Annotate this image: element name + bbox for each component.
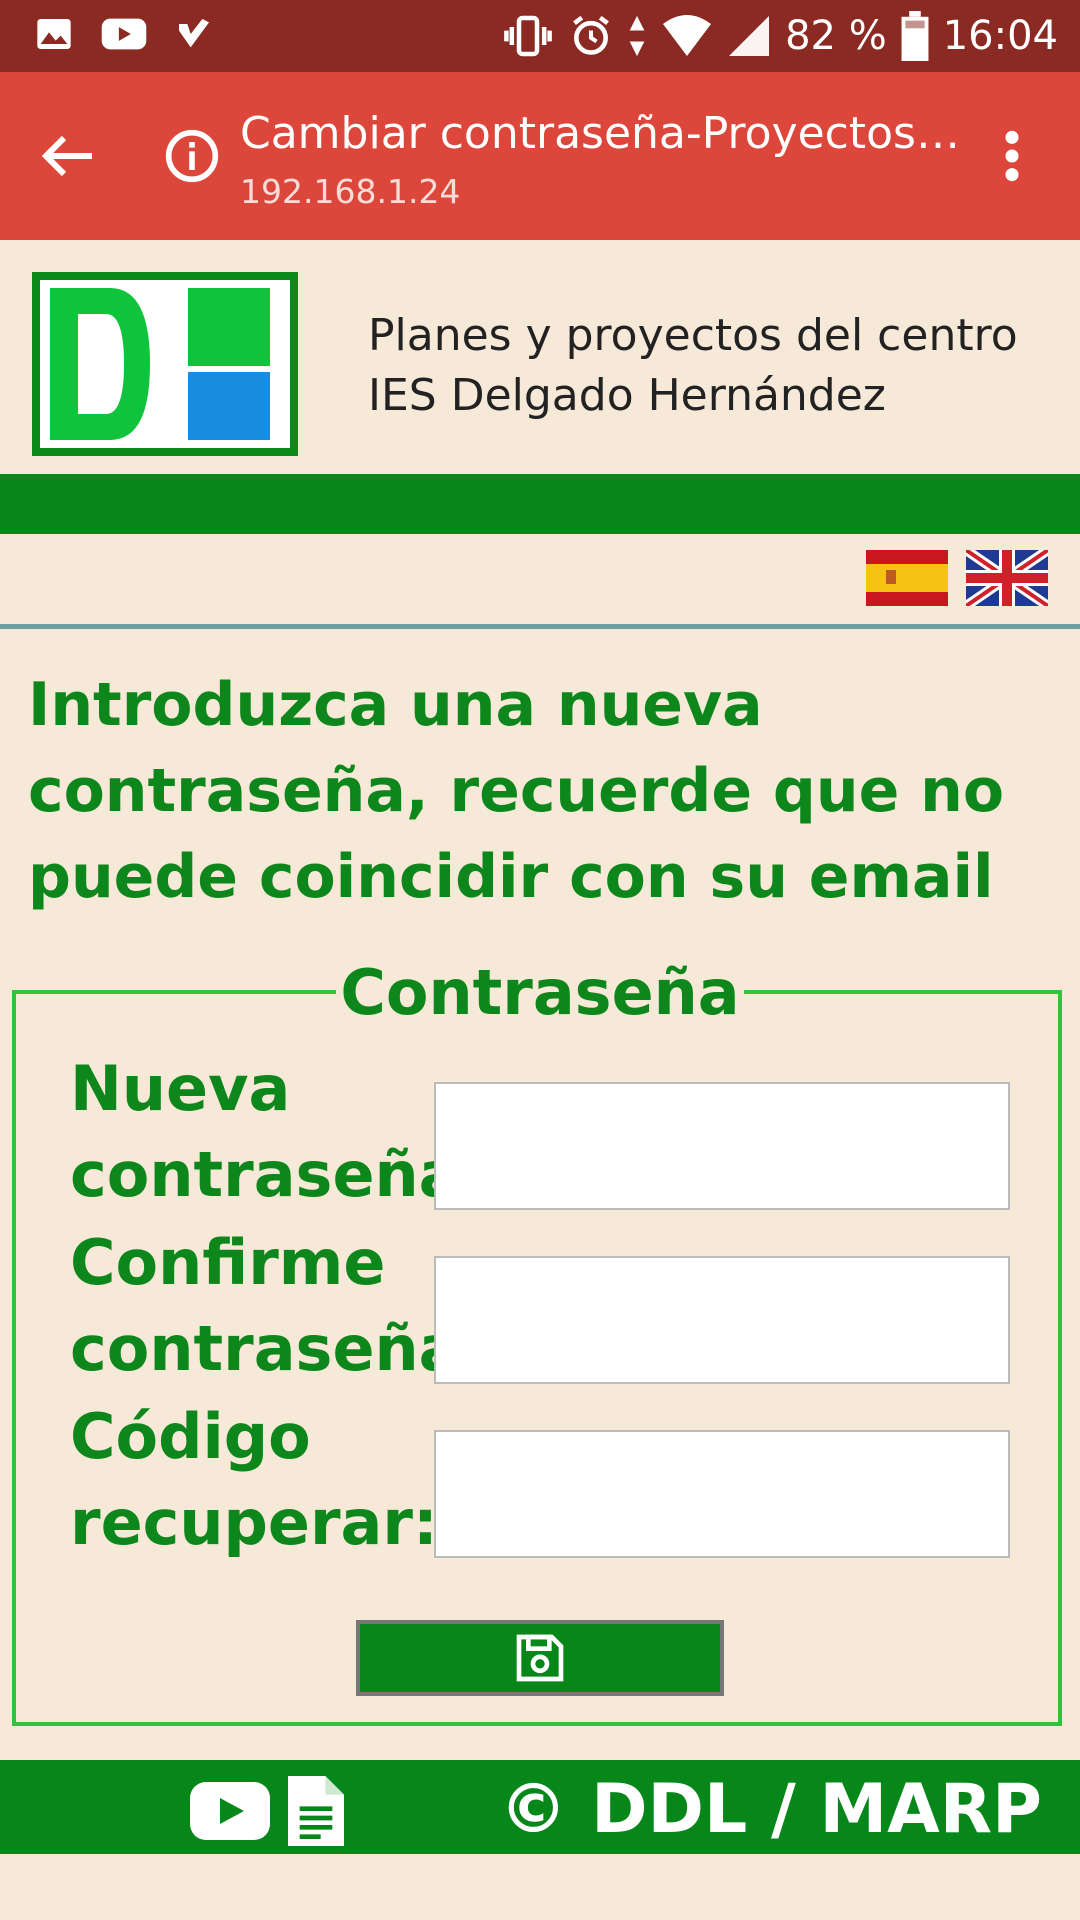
image-icon (37, 19, 71, 49)
status-bar: 82 % 16:04 (0, 0, 1080, 72)
floppy-disk-icon (516, 1634, 564, 1682)
info-icon[interactable] (164, 128, 220, 189)
back-icon[interactable] (40, 132, 96, 185)
data-arrows-icon (629, 15, 645, 57)
site-logo[interactable] (32, 272, 298, 456)
confirm-password-input[interactable] (434, 1256, 1010, 1384)
confirm-password-label: Confirme contraseña: (70, 1226, 486, 1385)
url-text[interactable]: 192.168.1.24 (240, 172, 460, 211)
spain-flag-icon[interactable] (866, 550, 948, 606)
battery-icon (901, 11, 929, 61)
new-password-input[interactable] (434, 1082, 1010, 1210)
vibrate-icon (504, 15, 552, 57)
uk-flag-icon[interactable] (966, 550, 1048, 606)
more-options-icon[interactable] (1000, 128, 1024, 189)
document-icon[interactable] (288, 1776, 344, 1846)
footer: © DDL / MARP (0, 1760, 1080, 1854)
copyright-text: © DDL / MARP (499, 1770, 1042, 1849)
wifi-icon (663, 15, 712, 56)
youtube-icon (101, 18, 147, 50)
site-title-line2: IES Delgado Hernández (368, 370, 886, 421)
save-button[interactable] (356, 1620, 724, 1696)
page-title: Cambiar contraseña-Proyectos… (240, 108, 960, 159)
clock: 16:04 (942, 13, 1058, 59)
alarm-icon (573, 15, 609, 55)
recovery-code-label: Código recuperar: (70, 1400, 438, 1559)
language-selector (866, 550, 1048, 606)
nav-bar (0, 474, 1080, 534)
site-title-line1: Planes y proyectos del centro (368, 310, 1018, 361)
battery-percent: 82 % (785, 13, 887, 59)
new-password-label: Nueva contraseña: (70, 1052, 486, 1211)
divider (0, 624, 1080, 629)
recovery-code-input[interactable] (434, 1430, 1010, 1558)
site-title: Planes y proyectos del centro IES Delgad… (368, 306, 1018, 426)
intro-text: Introduzca una nueva contraseña, recuerd… (28, 670, 1005, 912)
youtube-icon[interactable] (190, 1782, 270, 1840)
signal-icon (729, 16, 770, 56)
checkmark-icon (179, 19, 209, 48)
browser-toolbar: Cambiar contraseña-Proyectos… 192.168.1.… (0, 72, 1080, 240)
